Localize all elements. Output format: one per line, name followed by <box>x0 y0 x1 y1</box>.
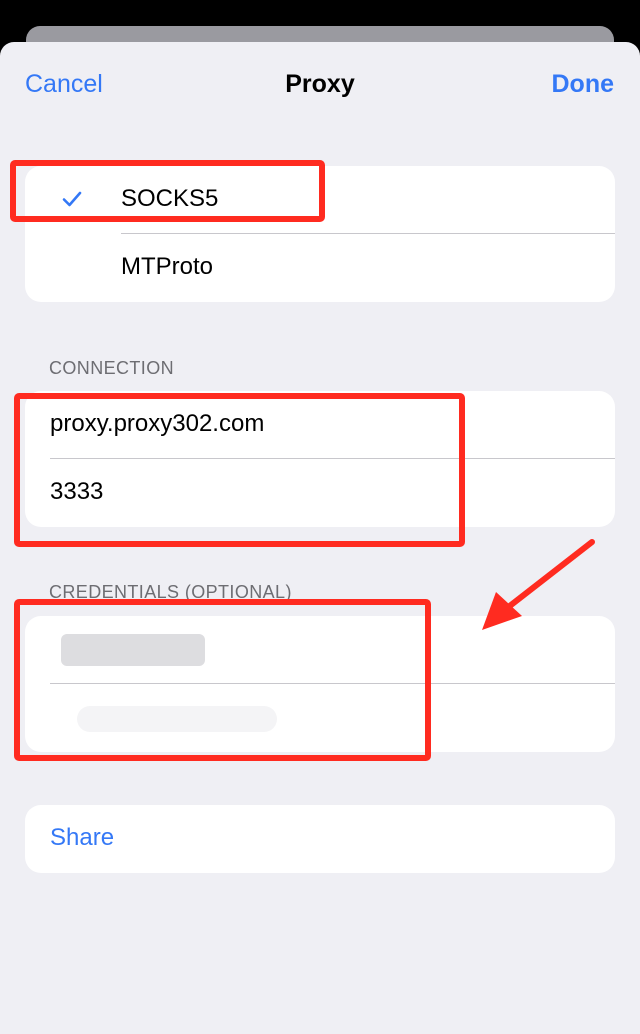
checkmark-icon <box>62 191 82 207</box>
port-value: 3333 <box>50 478 104 505</box>
proxy-type-label: SOCKS5 <box>121 185 219 212</box>
port-field[interactable]: 3333 <box>25 459 615 527</box>
page-title: Proxy <box>285 70 355 98</box>
proxy-type-label: MTProto <box>121 253 214 280</box>
share-group: Share <box>25 805 615 873</box>
connection-group: proxy.proxy302.com 3333 <box>25 391 615 527</box>
red-arrow-icon <box>482 539 595 630</box>
redacted-username <box>61 634 205 666</box>
proxy-type-mtproto[interactable]: MTProto <box>25 234 615 302</box>
server-field[interactable]: proxy.proxy302.com <box>25 391 615 459</box>
done-button[interactable]: Done <box>552 70 615 99</box>
credentials-section-header: CREDENTIALS (OPTIONAL) <box>49 582 292 602</box>
share-button[interactable]: Share <box>25 805 615 873</box>
redacted-password <box>77 706 277 732</box>
proxy-type-group: SOCKS5 MTProto <box>25 166 615 302</box>
server-value: proxy.proxy302.com <box>50 410 265 437</box>
connection-section-header: CONNECTION <box>49 358 174 378</box>
password-field[interactable] <box>25 684 615 752</box>
navigation-bar: Cancel Proxy Done <box>0 42 640 130</box>
share-label: Share <box>50 824 115 851</box>
proxy-type-socks5[interactable]: SOCKS5 <box>25 166 615 234</box>
